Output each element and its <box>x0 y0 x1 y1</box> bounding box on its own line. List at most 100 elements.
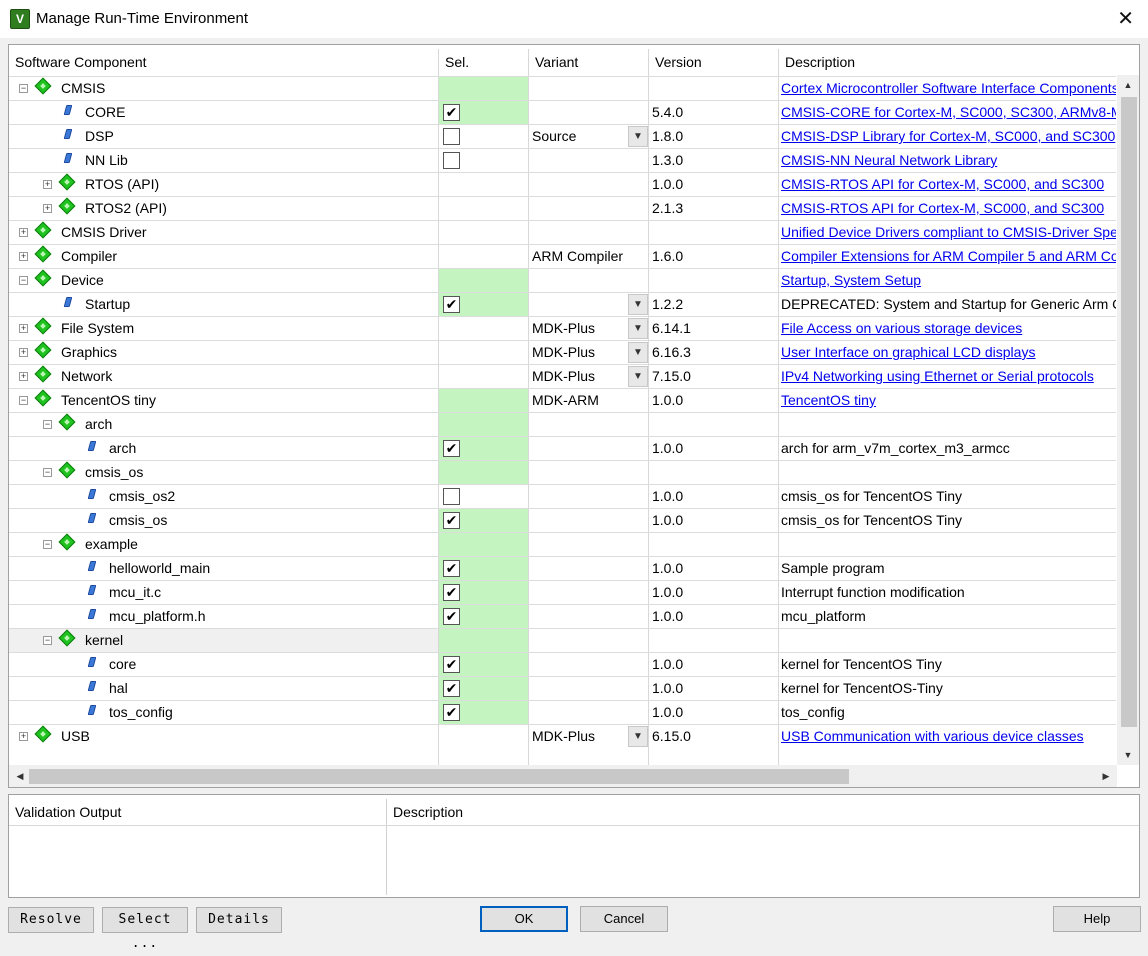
details-button[interactable]: Details <box>196 907 282 933</box>
vertical-scroll-thumb[interactable] <box>1121 97 1137 727</box>
resolve-button[interactable]: Resolve <box>8 907 94 933</box>
header-version[interactable]: Version <box>649 49 779 75</box>
expand-plus-icon[interactable]: + <box>43 180 52 189</box>
component-row[interactable]: + Network MDK-Plus ▼ 7.15.0 IPv4 Networking u… <box>9 364 1116 388</box>
variant-dropdown-icon[interactable]: ▼ <box>628 726 648 747</box>
select-checkbox[interactable] <box>443 488 460 505</box>
horizontal-scroll-thumb[interactable] <box>29 769 849 784</box>
header-variant[interactable]: Variant <box>529 49 649 75</box>
component-name-cell[interactable]: + USB <box>9 725 438 748</box>
expand-plus-icon[interactable]: + <box>19 732 28 741</box>
component-row[interactable]: CORE ✔ 5.4.0 CMSIS-CORE for Cortex-M, SC000… <box>9 100 1116 124</box>
expand-plus-icon[interactable]: + <box>43 204 52 213</box>
select-checkbox[interactable]: ✔ <box>443 560 460 577</box>
description-link[interactable]: Startup, System Setup <box>781 272 921 288</box>
component-name-cell[interactable]: CORE <box>9 101 438 124</box>
component-name-cell[interactable]: cmsis_os2 <box>9 485 438 508</box>
collapse-minus-icon[interactable]: − <box>43 540 52 549</box>
component-name-cell[interactable]: − CMSIS <box>9 77 438 100</box>
variant-dropdown-icon[interactable]: ▼ <box>628 126 648 147</box>
component-row[interactable]: + RTOS (API) 1.0.0 CMSIS-RTOS API for Corte… <box>9 172 1116 196</box>
component-row[interactable]: − Device Startup, System Setup <box>9 268 1116 292</box>
description-link[interactable]: File Access on various storage devices <box>781 320 1022 336</box>
collapse-minus-icon[interactable]: − <box>19 276 28 285</box>
select-checkbox[interactable]: ✔ <box>443 584 460 601</box>
validation-output-header[interactable]: Validation Output <box>9 799 121 825</box>
component-row[interactable]: tos_config ✔ 1.0.0 tos_config <box>9 700 1116 724</box>
description-link[interactable]: Cortex Microcontroller Software Interfac… <box>781 80 1116 96</box>
description-cell[interactable]: Unified Device Drivers compliant to CMSI… <box>780 221 1116 244</box>
cancel-button[interactable]: Cancel <box>580 906 668 932</box>
validation-description-header[interactable]: Description <box>387 799 463 825</box>
component-row[interactable]: NN Lib 1.3.0 CMSIS-NN Neural Network Libra… <box>9 148 1116 172</box>
variant-dropdown-icon[interactable]: ▼ <box>628 366 648 387</box>
component-name-cell[interactable]: − Device <box>9 269 438 292</box>
select-checkbox[interactable] <box>443 128 460 145</box>
component-row[interactable]: mcu_it.c ✔ 1.0.0 Interrupt function modific… <box>9 580 1116 604</box>
component-row[interactable]: + Compiler ARM Compiler 1.6.0 Compiler Exten… <box>9 244 1116 268</box>
component-row[interactable]: DSP Source ▼ 1.8.0 CMSIS-DSP Library for Cor… <box>9 124 1116 148</box>
component-row[interactable]: + RTOS2 (API) 2.1.3 CMSIS-RTOS API for Cort… <box>9 196 1116 220</box>
scroll-left-icon[interactable]: ◀ <box>9 766 31 786</box>
select-checkbox[interactable]: ✔ <box>443 608 460 625</box>
expand-plus-icon[interactable]: + <box>19 324 28 333</box>
description-cell[interactable]: CMSIS-CORE for Cortex-M, SC000, SC300, A… <box>780 101 1116 124</box>
expand-plus-icon[interactable]: + <box>19 228 28 237</box>
close-icon[interactable]: ✕ <box>1117 6 1134 31</box>
ok-button[interactable]: OK <box>480 906 568 932</box>
header-sel[interactable]: Sel. <box>439 49 529 75</box>
component-name-cell[interactable]: arch <box>9 437 438 460</box>
header-description[interactable]: Description <box>779 49 1117 75</box>
variant-cell[interactable]: MDK-Plus ▼ <box>530 725 648 748</box>
component-name-cell[interactable]: + Network <box>9 365 438 388</box>
variant-dropdown-icon[interactable]: ▼ <box>628 294 648 315</box>
horizontal-scrollbar[interactable]: ◀ ▶ <box>9 765 1117 787</box>
component-name-cell[interactable]: mcu_platform.h <box>9 605 438 628</box>
component-name-cell[interactable]: + CMSIS Driver <box>9 221 438 244</box>
description-cell[interactable]: Startup, System Setup <box>780 269 1116 292</box>
collapse-minus-icon[interactable]: − <box>43 420 52 429</box>
description-cell[interactable]: CMSIS-DSP Library for Cortex-M, SC000, a… <box>780 125 1116 148</box>
expand-plus-icon[interactable]: + <box>19 348 28 357</box>
component-name-cell[interactable]: − cmsis_os <box>9 461 438 484</box>
description-link[interactable]: Compiler Extensions for ARM Compiler 5 a… <box>781 248 1116 264</box>
description-link[interactable]: CMSIS-RTOS API for Cortex-M, SC000, and … <box>781 176 1104 192</box>
component-row[interactable]: − arch <box>9 412 1116 436</box>
scroll-right-icon[interactable]: ▶ <box>1095 766 1117 786</box>
select-checkbox[interactable]: ✔ <box>443 440 460 457</box>
component-name-cell[interactable]: NN Lib <box>9 149 438 172</box>
vertical-scrollbar[interactable]: ▲ ▼ <box>1117 75 1139 765</box>
select-checkbox[interactable]: ✔ <box>443 680 460 697</box>
description-cell[interactable]: User Interface on graphical LCD displays <box>780 341 1116 364</box>
description-cell[interactable]: CMSIS-RTOS API for Cortex-M, SC000, and … <box>780 173 1116 196</box>
component-name-cell[interactable]: tos_config <box>9 701 438 724</box>
header-software-component[interactable]: Software Component <box>9 49 439 75</box>
description-link[interactable]: Unified Device Drivers compliant to CMSI… <box>781 224 1116 240</box>
component-name-cell[interactable]: DSP <box>9 125 438 148</box>
description-cell[interactable]: USB Communication with various device cl… <box>780 725 1116 748</box>
collapse-minus-icon[interactable]: − <box>19 396 28 405</box>
component-row[interactable]: − CMSIS Cortex Microcontroller Software In… <box>9 76 1116 100</box>
description-link[interactable]: CMSIS-DSP Library for Cortex-M, SC000, a… <box>781 128 1115 144</box>
component-row[interactable]: cmsis_os2 1.0.0 cmsis_os for TencentOS Tin… <box>9 484 1116 508</box>
component-name-cell[interactable]: cmsis_os <box>9 509 438 532</box>
component-row[interactable]: Startup ✔ ▼ 1.2.2 DEPRECATED: System and Sta… <box>9 292 1116 316</box>
select-button[interactable]: Select ... <box>102 907 188 951</box>
select-checkbox[interactable]: ✔ <box>443 296 460 313</box>
description-link[interactable]: CMSIS-RTOS API for Cortex-M, SC000, and … <box>781 200 1104 216</box>
expand-plus-icon[interactable]: + <box>19 372 28 381</box>
component-row[interactable]: − TencentOS tiny MDK-ARM 1.0.0 TencentOS tin… <box>9 388 1116 412</box>
component-name-cell[interactable]: − arch <box>9 413 438 436</box>
expand-plus-icon[interactable]: + <box>19 252 28 261</box>
variant-cell[interactable]: Source ▼ <box>530 125 648 148</box>
description-cell[interactable]: CMSIS-NN Neural Network Library <box>780 149 1116 172</box>
component-name-cell[interactable]: + Graphics <box>9 341 438 364</box>
component-row[interactable]: + File System MDK-Plus ▼ 6.14.1 File Access o… <box>9 316 1116 340</box>
description-link[interactable]: USB Communication with various device cl… <box>781 728 1084 744</box>
component-row[interactable]: cmsis_os ✔ 1.0.0 cmsis_os for TencentOS Tin… <box>9 508 1116 532</box>
scroll-up-icon[interactable]: ▲ <box>1117 75 1139 95</box>
component-row[interactable]: + USB MDK-Plus ▼ 6.15.0 USB Communication wit… <box>9 724 1116 748</box>
component-name-cell[interactable]: − example <box>9 533 438 556</box>
component-row[interactable]: − cmsis_os <box>9 460 1116 484</box>
component-row[interactable]: + CMSIS Driver Unified Device Drivers comp… <box>9 220 1116 244</box>
